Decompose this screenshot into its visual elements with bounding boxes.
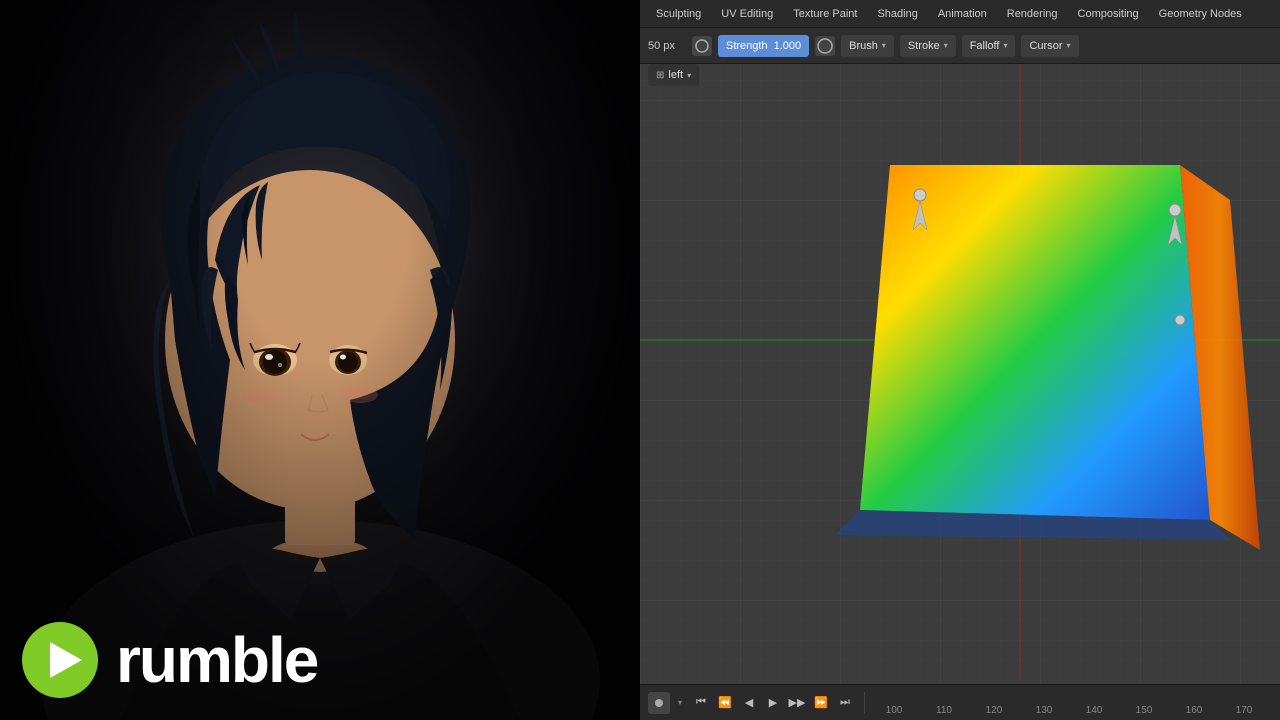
view-dropdown-chevron: ▾ xyxy=(687,71,691,80)
brush-dropdown[interactable]: Brush ▾ xyxy=(841,35,894,57)
ruler-mark-120: 120 xyxy=(969,705,1019,720)
falloff-dropdown[interactable]: Falloff ▾ xyxy=(962,35,1016,57)
stroke-dropdown[interactable]: Stroke ▾ xyxy=(900,35,956,57)
frame-dot xyxy=(655,699,663,707)
step-forward-btn[interactable]: ▶▶ xyxy=(786,692,808,714)
next-keyframe-btn[interactable]: ⏩ xyxy=(810,692,832,714)
brush-toolbar: 50 px Strength 1.000 Brush ▾ Stroke ▾ Fa… xyxy=(640,28,1280,64)
ruler-label-120: 120 xyxy=(986,705,1003,716)
ruler-label-140: 140 xyxy=(1086,705,1103,716)
size-group: 50 px xyxy=(648,36,712,56)
view-grid-icon: ⊞ xyxy=(656,70,664,81)
step-back-btn[interactable]: ◀ xyxy=(738,692,760,714)
ruler-mark-150: 150 xyxy=(1119,705,1169,720)
strength-label: Strength xyxy=(726,40,768,52)
tab-geometry-nodes[interactable]: Geometry Nodes xyxy=(1151,6,1250,22)
timeline-bar: ▾ ⏮ ⏪ ◀ ▶ ▶▶ ⏩ ⏭ 100 110 120 xyxy=(640,684,1280,720)
view-label: left xyxy=(668,69,683,81)
ruler-label-110: 110 xyxy=(936,705,952,716)
strength-group[interactable]: Strength 1.000 xyxy=(718,35,809,57)
character-illustration xyxy=(0,0,640,720)
tab-sculpting[interactable]: Sculpting xyxy=(648,6,709,22)
ruler-label-160: 160 xyxy=(1186,705,1203,716)
tab-texture-paint[interactable]: Texture Paint xyxy=(785,6,865,22)
timeline-controls: ▾ ⏮ ⏪ ◀ ▶ ▶▶ ⏩ ⏭ xyxy=(640,692,865,714)
ruler-mark-180: 180 xyxy=(1269,705,1280,720)
ruler-mark-130: 130 xyxy=(1019,705,1069,720)
timeline-ruler[interactable]: 100 110 120 130 140 150 160 xyxy=(865,685,1280,720)
brush-chevron-icon: ▾ xyxy=(882,41,886,50)
cursor-dropdown-label: Cursor xyxy=(1029,40,1062,52)
prev-keyframe-btn[interactable]: ⏪ xyxy=(714,692,736,714)
ruler-marks: 100 110 120 130 140 150 160 xyxy=(869,685,1280,720)
brush-size-display: 50 px xyxy=(648,40,688,52)
view-selector[interactable]: ⊞ left ▾ xyxy=(648,64,699,86)
stroke-dropdown-label: Stroke xyxy=(908,40,940,52)
tab-animation[interactable]: Animation xyxy=(930,6,995,22)
ruler-mark-170: 170 xyxy=(1219,705,1269,720)
ruler-mark-160: 160 xyxy=(1169,705,1219,720)
stroke-chevron-icon: ▾ xyxy=(944,41,948,50)
ruler-label-100: 100 xyxy=(886,705,903,716)
falloff-dropdown-label: Falloff xyxy=(970,40,1000,52)
brush-dropdown-label: Brush xyxy=(849,40,878,52)
viewport-grid xyxy=(640,0,1280,720)
tab-rendering[interactable]: Rendering xyxy=(999,6,1066,22)
brush-end-icon[interactable] xyxy=(815,36,835,56)
brush-size-icon[interactable] xyxy=(692,36,712,56)
cursor-dropdown[interactable]: Cursor ▾ xyxy=(1021,35,1078,57)
cursor-chevron-icon: ▾ xyxy=(1067,41,1071,50)
falloff-chevron-icon: ▾ xyxy=(1003,41,1007,50)
left-panel: rumble xyxy=(0,0,640,720)
ruler-mark-140: 140 xyxy=(1069,705,1119,720)
ruler-mark-110: 110 xyxy=(919,705,969,720)
play-btn[interactable]: ▶ xyxy=(762,692,784,714)
ruler-label-130: 130 xyxy=(1036,705,1053,716)
frame-dropdown-btn[interactable]: ▾ xyxy=(672,692,688,714)
strength-value: 1.000 xyxy=(774,40,802,52)
ruler-label-150: 150 xyxy=(1136,705,1153,716)
tab-shading[interactable]: Shading xyxy=(869,6,925,22)
tab-compositing[interactable]: Compositing xyxy=(1070,6,1147,22)
rumble-branding: rumble xyxy=(20,620,317,700)
blender-viewport[interactable]: Sculpting UV Editing Texture Paint Shadi… xyxy=(640,0,1280,720)
top-menu-bar: Sculpting UV Editing Texture Paint Shadi… xyxy=(640,0,1280,28)
frame-indicator xyxy=(648,692,670,714)
rumble-logo-icon xyxy=(20,620,100,700)
tab-uv-editing[interactable]: UV Editing xyxy=(713,6,781,22)
rumble-brand-name: rumble xyxy=(116,628,317,692)
jump-end-btn[interactable]: ⏭ xyxy=(834,692,856,714)
jump-start-btn[interactable]: ⏮ xyxy=(690,692,712,714)
ruler-label-170: 170 xyxy=(1236,705,1253,716)
ruler-mark-100: 100 xyxy=(869,705,919,720)
